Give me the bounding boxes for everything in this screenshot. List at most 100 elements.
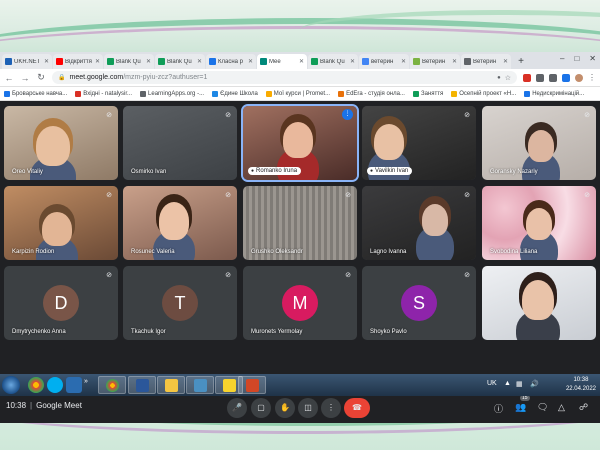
bookmark-item[interactable]: Броварське навча...: [4, 90, 67, 97]
participant-tile[interactable]: D ⊘ Dmytrychenko Anna: [4, 266, 118, 340]
camera-indicator-icon[interactable]: ●: [497, 75, 501, 81]
participant-tile[interactable]: ⊘ Karpizin Rodion: [4, 186, 118, 260]
extension-icon[interactable]: [562, 73, 570, 82]
browser-tab[interactable]: Ветерин ✕: [461, 54, 511, 69]
info-icon[interactable]: ⓘ: [494, 402, 503, 415]
chat-icon[interactable]: 🗨: [537, 402, 548, 413]
tab-close-icon[interactable]: ✕: [95, 58, 100, 65]
participant-tile[interactable]: ⋮ ● Romanko Iruna: [241, 104, 359, 182]
meeting-info: 10:38 | Google Meet: [6, 401, 82, 410]
extension-icon[interactable]: [523, 73, 531, 82]
participant-tile[interactable]: ⊘ Goransky Nazariy: [482, 106, 596, 180]
new-tab-button[interactable]: +: [515, 56, 527, 68]
taskbar-word[interactable]: [128, 376, 156, 394]
app-icon[interactable]: [66, 377, 82, 393]
taskbar-powerpoint[interactable]: [238, 376, 266, 394]
activities-icon[interactable]: △: [558, 402, 565, 413]
tab-close-icon[interactable]: ✕: [44, 58, 49, 65]
participant-name-text: Romanko Iruna: [256, 168, 298, 174]
skype-icon[interactable]: [47, 377, 63, 393]
participant-tile[interactable]: M ⊘ Muronets Yermolay: [243, 266, 357, 340]
back-icon[interactable]: ←: [4, 73, 14, 83]
host-controls-icon[interactable]: ☍: [579, 402, 588, 413]
bookmark-item[interactable]: Осепній проект «Н...: [451, 90, 516, 97]
browser-tab[interactable]: Відкриття ✕: [53, 54, 103, 69]
participant-tile[interactable]: ⊘ Lagno Ivanna: [362, 186, 476, 260]
taskbar-explorer[interactable]: [157, 376, 185, 394]
tab-close-icon[interactable]: ✕: [350, 58, 355, 65]
tab-label: ветерин: [371, 58, 394, 65]
reload-icon[interactable]: ↻: [36, 72, 46, 83]
taskbar-chrome[interactable]: [98, 376, 126, 394]
chevron-right-icon[interactable]: »: [84, 378, 88, 385]
participant-name: Lagno Ivanna: [370, 249, 406, 255]
favicon-icon: [362, 58, 369, 65]
tab-close-icon[interactable]: ✕: [248, 58, 253, 65]
participant-face: [522, 280, 554, 320]
bookmark-label: Єдине Школа: [220, 90, 258, 97]
participant-tile[interactable]: ⊘ Svobodina Liliana: [482, 186, 596, 260]
browser-tab[interactable]: Ветерин ✕: [410, 54, 460, 69]
puzzle-icon[interactable]: [549, 73, 557, 82]
browser-tab[interactable]: Класна р ✕: [206, 54, 256, 69]
participant-tile[interactable]: ⊘ ● Vavilkin Ivan: [362, 106, 476, 180]
mic-muted-icon: ⊘: [106, 192, 112, 199]
hand-icon: ✋: [280, 403, 290, 412]
participant-tile[interactable]: S ⊘ Shoyko Pavlo: [362, 266, 476, 340]
participant-tile[interactable]: ⊘ Osmirko Ivan: [123, 106, 237, 180]
profile-avatar[interactable]: [575, 73, 583, 82]
tab-close-icon[interactable]: ✕: [503, 58, 508, 65]
browser-tab[interactable]: Blank Qu ✕: [155, 54, 205, 69]
bookmark-item[interactable]: Недискримінацій...: [524, 90, 584, 97]
raise-hand-button[interactable]: ✋: [275, 398, 295, 418]
start-button[interactable]: [2, 376, 20, 394]
browser-tab[interactable]: Blank Qu ✕: [104, 54, 154, 69]
bookmark-star-icon[interactable]: ☆: [505, 74, 511, 82]
address-bar: ← → ↻ 🔒 meet.google.com/mzm-pyiu-zcz?aut…: [0, 69, 600, 87]
favicon-icon: [311, 58, 318, 65]
extension-icon[interactable]: [536, 73, 544, 82]
clock[interactable]: 10:38 22.04.2022: [566, 376, 596, 394]
participant-name: Dmytrychenko Anna: [12, 329, 66, 335]
more-options-button[interactable]: ⋮: [321, 398, 341, 418]
os-taskbar: » UK ▲ ▦ 🔊 10:38 22.04.2022: [0, 374, 600, 396]
leave-call-button[interactable]: ☎: [344, 398, 370, 418]
participant-tile[interactable]: [482, 266, 596, 340]
taskbar-photos[interactable]: [186, 376, 214, 394]
tab-close-icon[interactable]: ✕: [452, 58, 457, 65]
favicon-icon: [107, 58, 114, 65]
forward-icon[interactable]: →: [20, 73, 30, 83]
participant-tile[interactable]: ⊘ Oreo Vitaliy: [4, 106, 118, 180]
people-icon[interactable]: 👥: [515, 402, 526, 413]
participant-tile[interactable]: ⊘ Rosunec Valeria: [123, 186, 237, 260]
bookmark-item[interactable]: Заняття: [412, 90, 443, 97]
bookmark-item[interactable]: LearningApps.org -...: [140, 90, 204, 97]
url-input[interactable]: 🔒 meet.google.com/mzm-pyiu-zcz?authuser=…: [52, 71, 517, 84]
present-button[interactable]: ◫: [298, 398, 318, 418]
bookmark-item[interactable]: Мої курси | Promet...: [265, 90, 330, 97]
minimize-icon[interactable]: –: [560, 54, 564, 63]
participant-tile[interactable]: T ⊘ Tkachuk Igor: [123, 266, 237, 340]
volume-icon[interactable]: 🔊: [530, 380, 539, 388]
language-indicator[interactable]: UK: [487, 380, 497, 387]
tab-close-icon[interactable]: ✕: [401, 58, 406, 65]
maximize-icon[interactable]: □: [574, 54, 579, 63]
browser-tab[interactable]: ветерин ✕: [359, 54, 409, 69]
bookmark-item[interactable]: Вхідні - natalysir...: [75, 90, 132, 97]
participant-tile[interactable]: ⊘ Grushko Oleksandr: [243, 186, 357, 260]
browser-tab[interactable]: Blank Qu ✕: [308, 54, 358, 69]
browser-tab[interactable]: Mee ✕: [257, 54, 307, 69]
chrome-icon[interactable]: [28, 377, 44, 393]
tray-up-icon[interactable]: ▲: [504, 380, 511, 387]
browser-tab[interactable]: UKR.NET ✕: [2, 54, 52, 69]
tab-close-icon[interactable]: ✕: [197, 58, 202, 65]
bookmark-item[interactable]: Єдине Школа: [212, 90, 258, 97]
mic-button[interactable]: 🎤: [227, 398, 247, 418]
close-icon[interactable]: ✕: [589, 54, 596, 63]
network-icon[interactable]: ▦: [516, 380, 523, 388]
menu-kebab-icon[interactable]: ⋮: [588, 73, 596, 82]
camera-button[interactable]: ▢: [251, 398, 271, 418]
bookmark-item[interactable]: EdEra - студія онла...: [338, 90, 405, 97]
tab-close-icon[interactable]: ✕: [299, 58, 304, 65]
tab-close-icon[interactable]: ✕: [146, 58, 151, 65]
